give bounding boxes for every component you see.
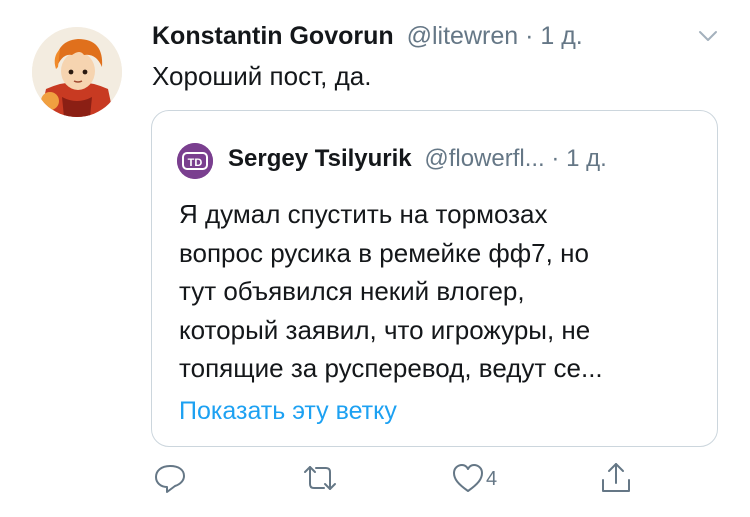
reply-icon: [155, 465, 185, 493]
quote-avatar[interactable]: TD: [177, 143, 213, 179]
avatar[interactable]: [32, 27, 122, 117]
quote-avatar-text: TD: [188, 157, 203, 169]
separator-dot: ·: [525, 22, 534, 50]
quoted-tweet[interactable]: TD Sergey Tsilyurik @flowerfl... · 1 д. …: [151, 110, 718, 447]
tweet-text: Хороший пост, да.: [152, 61, 372, 91]
quote-text-line: тут объявился некий влогер,: [179, 276, 525, 306]
chevron-down-icon[interactable]: [694, 24, 722, 48]
quote-text-line: который заявил, что игрожуры, не: [179, 314, 591, 345]
quote-text-line: Я думал спустить на тормозах: [179, 199, 548, 229]
show-thread-link[interactable]: Показать эту ветку: [179, 395, 397, 427]
timestamp[interactable]: 1 д.: [540, 22, 582, 50]
tweet: Konstantin Govorun @litewren · 1 д. Хоро…: [0, 0, 750, 517]
retweet-icon: [304, 466, 336, 490]
quote-text-line: топящие за русперевод, ведут се...: [179, 353, 603, 383]
heart-icon: [453, 464, 483, 492]
retweet-button[interactable]: [300, 460, 340, 496]
author-name[interactable]: Konstantin Govorun: [152, 22, 394, 50]
share-button[interactable]: [598, 460, 634, 496]
avatar-image: [32, 27, 122, 117]
like-button[interactable]: [450, 460, 486, 496]
quote-author-handle[interactable]: @flowerfl...: [424, 145, 544, 172]
author-handle[interactable]: @litewren: [407, 22, 519, 50]
action-bar: [0, 460, 750, 500]
quote-header: Sergey Tsilyurik @flowerfl... · 1 д.: [228, 143, 607, 175]
quote-text-line: вопрос русика в ремейке фф7, но: [179, 237, 589, 268]
quote-author-name[interactable]: Sergey Tsilyurik: [228, 145, 412, 172]
quote-separator-dot: ·: [551, 145, 560, 172]
tweet-header: Konstantin Govorun @litewren · 1 д.: [152, 20, 583, 52]
reply-button[interactable]: [152, 460, 188, 496]
like-count: 4: [486, 468, 498, 490]
quote-text: Я думал спустить на тормозах вопрос руси…: [179, 195, 699, 388]
share-icon: [602, 463, 630, 492]
quote-timestamp[interactable]: 1 д.: [566, 145, 607, 172]
